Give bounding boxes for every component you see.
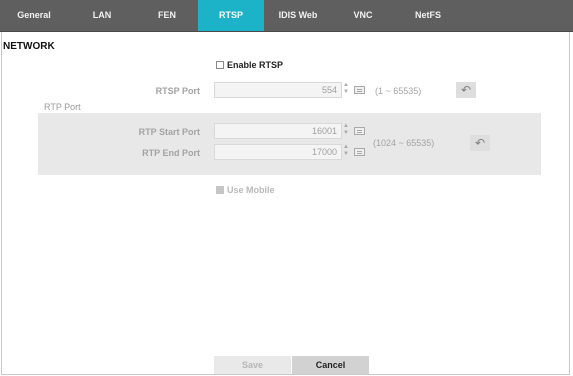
spinner-up-icon[interactable]: ▲ <box>342 82 350 89</box>
tab-general[interactable]: General <box>0 0 68 31</box>
rtsp-port-spinner[interactable]: ▲ ▼ <box>342 82 350 98</box>
rtp-port-range: (1024 ~ 65535) <box>373 138 435 148</box>
keyboard-icon[interactable] <box>354 86 365 94</box>
rtsp-port-input[interactable]: 554 <box>214 82 342 98</box>
tab-rtsp[interactable]: RTSP <box>198 0 264 31</box>
rtp-end-port-input[interactable]: 17000 <box>214 144 342 160</box>
cancel-button[interactable]: Cancel <box>292 356 369 374</box>
tab-lan[interactable]: LAN <box>68 0 136 31</box>
tab-netfs[interactable]: NetFS <box>394 0 462 31</box>
rtp-start-port-spinner[interactable]: ▲ ▼ <box>342 123 350 139</box>
rtp-port-reset-button[interactable]: ↶ <box>470 135 490 151</box>
rtsp-port-reset-button[interactable]: ↶ <box>456 82 476 98</box>
rtsp-port-label: RTSP Port <box>155 86 200 96</box>
use-mobile-label: Use Mobile <box>227 185 275 195</box>
rtp-end-port-label: RTP End Port <box>142 148 200 158</box>
section-title: NETWORK <box>3 41 55 52</box>
tab-vnc[interactable]: VNC <box>332 0 394 31</box>
spinner-down-icon[interactable]: ▼ <box>342 151 350 158</box>
enable-rtsp-label: Enable RTSP <box>227 60 284 70</box>
undo-icon: ↶ <box>474 136 486 150</box>
tab-fen[interactable]: FEN <box>136 0 198 31</box>
spinner-down-icon[interactable]: ▼ <box>342 89 350 96</box>
tab-bar: General LAN FEN RTSP IDIS Web VNC NetFS <box>0 0 573 32</box>
tab-idis-web[interactable]: IDIS Web <box>264 0 332 31</box>
undo-icon: ↶ <box>460 83 472 97</box>
rtp-port-group-label: RTP Port <box>44 102 81 112</box>
rtp-start-port-input[interactable]: 16001 <box>214 123 342 139</box>
keyboard-icon[interactable] <box>354 148 365 156</box>
enable-rtsp-checkbox[interactable] <box>216 61 224 69</box>
spinner-down-icon[interactable]: ▼ <box>342 130 350 137</box>
spinner-up-icon[interactable]: ▲ <box>342 123 350 130</box>
use-mobile-checkbox[interactable] <box>216 186 224 194</box>
rtsp-port-range: (1 ~ 65535) <box>375 86 422 96</box>
save-button[interactable]: Save <box>214 356 291 374</box>
rtp-start-port-label: RTP Start Port <box>138 127 200 137</box>
rtp-end-port-spinner[interactable]: ▲ ▼ <box>342 144 350 160</box>
keyboard-icon[interactable] <box>354 127 365 135</box>
spinner-up-icon[interactable]: ▲ <box>342 144 350 151</box>
